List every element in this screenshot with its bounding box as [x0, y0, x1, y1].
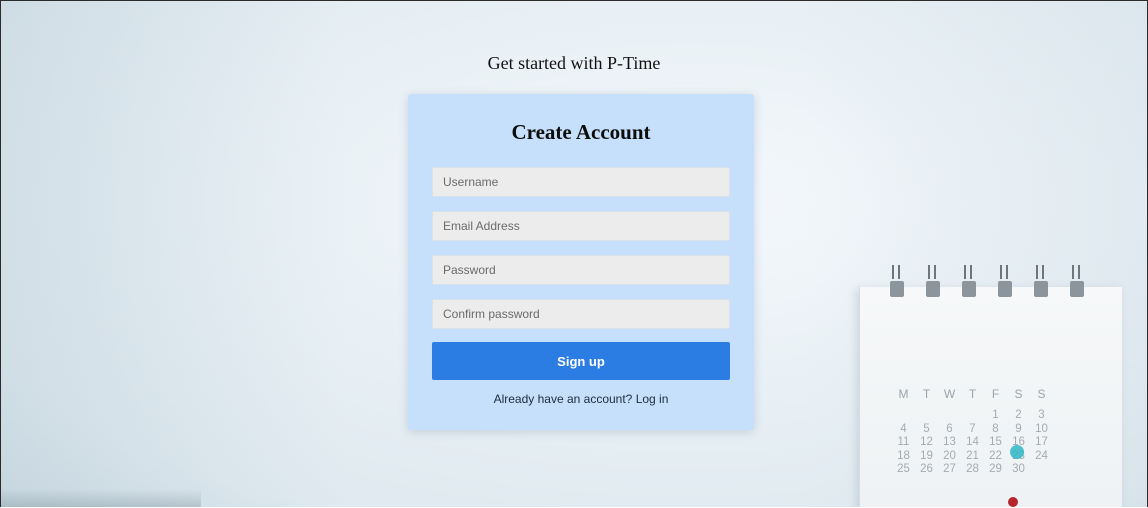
binder-ring-icon — [1070, 265, 1084, 297]
binder-ring-icon — [1034, 265, 1048, 297]
weekday: S — [1014, 387, 1023, 401]
signup-card: Create Account Sign up Already have an a… — [408, 94, 754, 430]
pushpin-blue-icon — [1010, 445, 1024, 459]
date: 9 — [1015, 422, 1022, 435]
calendar-page: MTWTFSS 123 4 5 6 7 8 9 10 11 12 13 14 15 16 17 18 19… — [859, 287, 1122, 507]
email-input[interactable] — [432, 211, 730, 241]
binder-ring-icon — [890, 265, 904, 297]
date: 24 — [1035, 449, 1048, 462]
calendar-dates: 123 45678910 11121314151617 181920212223… — [892, 409, 1053, 477]
date: 20 — [943, 449, 956, 462]
date: 3 — [1038, 409, 1045, 421]
login-prompt: Already have an account? Log in — [408, 392, 754, 406]
weekday: W — [943, 387, 956, 401]
date: 2 — [1015, 409, 1022, 421]
calendar-row: 25 26 27 28 29 30 — [892, 463, 1053, 477]
calendar-row: 18192021222324 — [892, 450, 1053, 464]
calendar-row: 1 2 3 — [892, 409, 1053, 423]
weekday: T — [922, 387, 931, 401]
date: 13 — [943, 436, 956, 448]
pushpin-red-icon — [1008, 497, 1018, 507]
login-link[interactable]: Already have an account? Log in — [494, 392, 669, 406]
date: 7 — [969, 422, 976, 435]
date: 14 — [966, 436, 979, 448]
weekday: M — [898, 387, 909, 401]
binder-ring-icon — [998, 265, 1012, 297]
weekday: T — [968, 387, 977, 401]
date: 30 — [1012, 463, 1025, 475]
background-shadow — [1, 489, 201, 507]
confirm-password-input[interactable] — [432, 299, 730, 329]
calendar-row: 4 5 6 7 8 9 10 — [892, 423, 1053, 437]
weekday: S — [1037, 387, 1046, 401]
date: 25 — [897, 463, 910, 475]
date: 4 — [900, 422, 907, 435]
calendar-row: 11 12 13 14 15 16 17 — [892, 436, 1053, 450]
date: 22 — [989, 449, 1002, 462]
date: 19 — [920, 449, 933, 462]
date: 5 — [923, 422, 930, 435]
date: 15 — [989, 436, 1002, 448]
date: 17 — [1035, 436, 1048, 448]
date: 18 — [897, 449, 910, 462]
weekday: F — [991, 387, 1000, 401]
date: 8 — [992, 422, 999, 435]
date: 28 — [966, 463, 979, 475]
password-input[interactable] — [432, 255, 730, 285]
date: 27 — [943, 463, 956, 475]
date: 6 — [946, 422, 953, 435]
username-input[interactable] — [432, 167, 730, 197]
binder-ring-icon — [962, 265, 976, 297]
date: 26 — [920, 463, 933, 475]
binder-ring-icon — [926, 265, 940, 297]
form-title: Create Account — [511, 120, 651, 144]
date: 29 — [989, 463, 1002, 475]
sign-up-button[interactable]: Sign up — [432, 342, 730, 380]
date: 1 — [992, 409, 999, 421]
page-tagline: Get started with P-Time — [487, 53, 661, 73]
date: 12 — [920, 436, 933, 448]
signup-page: MTWTFSS 123 4 5 6 7 8 9 10 11 12 13 14 15 16 17 18 19… — [0, 0, 1148, 507]
date: 10 — [1035, 422, 1048, 435]
desk-calendar-decoration: MTWTFSS 123 4 5 6 7 8 9 10 11 12 13 14 15 16 17 18 19… — [851, 263, 1122, 507]
date: 21 — [966, 449, 979, 462]
calendar-weekdays: MTWTFSS — [892, 387, 1053, 401]
date: 11 — [897, 436, 910, 448]
